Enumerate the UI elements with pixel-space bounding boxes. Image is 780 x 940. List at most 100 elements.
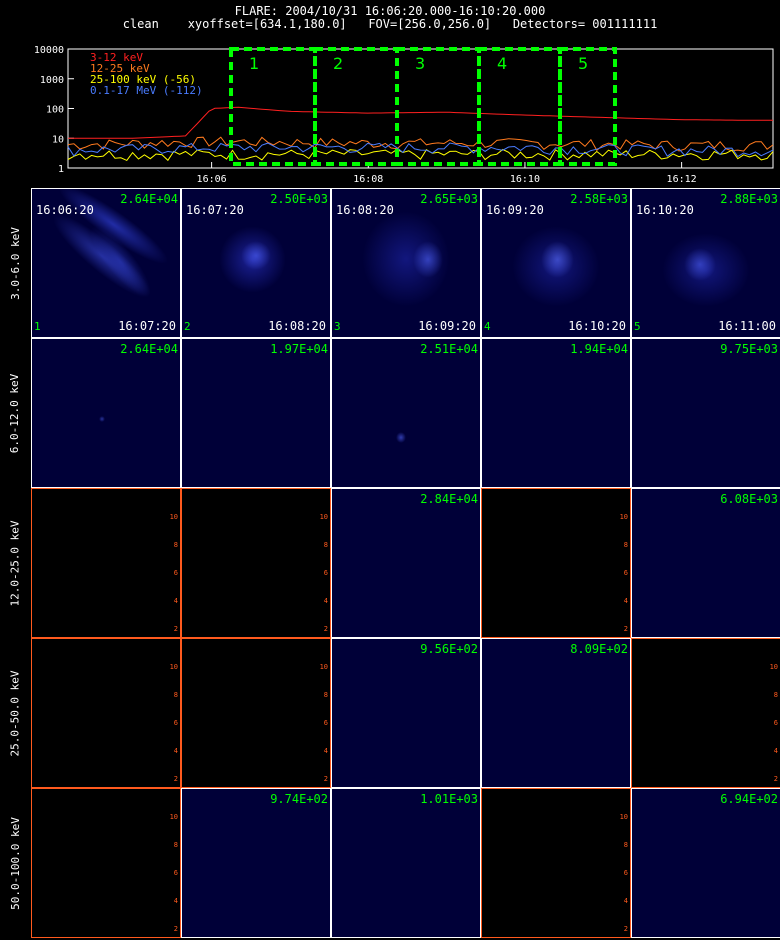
axis-tick-label: 2 [323, 775, 328, 783]
axis-tick-label: 6 [173, 869, 178, 877]
image-cell: 1.94E+04 [481, 338, 631, 488]
axis-tick-label: 2 [173, 775, 178, 783]
x-tick-label: 16:06 [197, 174, 227, 185]
emission-blob [219, 226, 286, 293]
axis-tick-label: 4 [173, 747, 178, 755]
max-intensity-label: 9.74E+02 [270, 792, 328, 806]
axis-tick-label: 10 [169, 663, 178, 671]
legend-entry: 0.1-17 MeV (-112) [90, 84, 203, 97]
axis-tick-label: 6 [623, 869, 628, 877]
x-tick-label: 16:08 [353, 174, 383, 185]
interval-label: 3 [415, 54, 425, 73]
max-intensity-label: 2.88E+03 [720, 192, 778, 206]
max-intensity-label: 1.01E+03 [420, 792, 478, 806]
max-intensity-label: 9.56E+02 [420, 642, 478, 656]
image-cell: 1.97E+04 [181, 338, 331, 488]
empty-image-cell: 2 4 6 8 10 [31, 488, 181, 638]
emission-blob [98, 415, 105, 422]
axis-tick-label: 8 [173, 541, 178, 549]
emission-blob [241, 240, 271, 271]
image-grid: 2.64E+04 16:06:20 16:07:20 1 2.50E+03 16:07:2… [31, 188, 780, 940]
image-cell: 6.08E+03 [631, 488, 780, 638]
empty-image-cell: 2 4 6 8 10 [481, 788, 631, 938]
start-time-label: 16:09:20 [486, 203, 544, 217]
max-intensity-label: 2.58E+03 [570, 192, 628, 206]
end-time-label: 16:08:20 [268, 319, 326, 333]
image-cell: 2.84E+04 [331, 488, 481, 638]
y-tick-label: 1 [58, 164, 64, 175]
interval-index-label: 4 [484, 320, 491, 333]
y-tick-label: 10 [52, 134, 64, 145]
y-tick-label: 1000 [40, 75, 64, 86]
emission-blob [511, 226, 601, 308]
interval-index-label: 5 [634, 320, 641, 333]
axis-tick-label: 4 [323, 597, 328, 605]
max-intensity-label: 2.84E+04 [420, 492, 478, 506]
row-energy-label: 50.0-100.0 keV [0, 788, 30, 938]
start-time-label: 16:07:20 [186, 203, 244, 217]
x-tick-label: 16:12 [667, 174, 697, 185]
row-energy-label-text: 6.0-12.0 keV [8, 373, 22, 453]
image-cell: 2.51E+04 [331, 338, 481, 488]
axis-tick-label: 6 [173, 719, 178, 727]
axis-tick-label: 8 [323, 541, 328, 549]
interval-label: 5 [578, 54, 588, 73]
axis-tick-label: 8 [323, 691, 328, 699]
axis-tick-label: 10 [619, 513, 628, 521]
axis-tick-label: 4 [623, 897, 628, 905]
max-intensity-label: 1.94E+04 [570, 342, 628, 356]
emission-blob [683, 248, 717, 281]
axis-tick-label: 8 [173, 691, 178, 699]
emission-blob [44, 203, 160, 308]
emission-blob [541, 240, 574, 278]
series-line [67, 142, 774, 158]
interval-label: 4 [497, 54, 507, 73]
max-intensity-label: 2.64E+04 [120, 192, 178, 206]
max-intensity-label: 2.51E+04 [420, 342, 478, 356]
image-cell: 2.58E+03 16:09:20 16:10:20 4 [481, 188, 631, 338]
row-energy-label: 12.0-25.0 keV [0, 488, 30, 638]
image-cell: 1.01E+03 [331, 788, 481, 938]
row-energy-label-text: 3.0-6.0 keV [8, 226, 22, 300]
axis-tick-label: 8 [623, 841, 628, 849]
empty-image-cell: 2 4 6 8 10 [31, 788, 181, 938]
axis-tick-label: 2 [623, 925, 628, 933]
start-time-label: 16:10:20 [636, 203, 694, 217]
axis-tick-label: 2 [173, 625, 178, 633]
axis-tick-label: 2 [773, 775, 778, 783]
emission-blob [661, 233, 751, 308]
lightcurve-chart: 10000100010010116:06 16:08 16:10 16:123-12 … [34, 45, 774, 185]
image-cell: 2.65E+03 16:08:20 16:09:20 3 [331, 188, 481, 338]
axis-tick-label: 4 [173, 897, 178, 905]
series-line [68, 106, 773, 139]
empty-image-cell: 2 4 6 8 10 [181, 488, 331, 638]
series-line [67, 136, 774, 152]
series-line [67, 148, 774, 162]
empty-image-cell: 2 4 6 8 10 [31, 638, 181, 788]
start-time-label: 16:06:20 [36, 203, 94, 217]
image-cell: 9.74E+02 [181, 788, 331, 938]
row-energy-label: 6.0-12.0 keV [0, 338, 30, 488]
y-tick-label: 100 [46, 105, 64, 116]
image-cell: 9.75E+03 [631, 338, 780, 488]
axis-tick-label: 2 [623, 625, 628, 633]
max-intensity-label: 2.64E+04 [120, 342, 178, 356]
axis-tick-label: 10 [769, 663, 778, 671]
axis-tick-label: 6 [323, 569, 328, 577]
image-cell: 6.94E+02 [631, 788, 780, 938]
axis-tick-label: 10 [319, 663, 328, 671]
emission-blob [82, 218, 160, 305]
axis-tick-label: 6 [173, 569, 178, 577]
plot-subtitle: clean xyoffset=[634.1,180.0] FOV=[256.0,… [122, 17, 658, 31]
max-intensity-label: 9.75E+03 [720, 342, 778, 356]
interval-label: 2 [333, 54, 343, 73]
row-energy-label: 25.0-50.0 keV [0, 638, 30, 788]
emission-blob [361, 211, 451, 308]
axis-tick-label: 8 [623, 541, 628, 549]
row-energy-label-text: 50.0-100.0 keV [8, 816, 22, 910]
image-cell: 2.50E+03 16:07:20 16:08:20 2 [181, 188, 331, 338]
emission-blob [413, 240, 443, 278]
axis-tick-label: 10 [619, 813, 628, 821]
image-cell: 2.64E+04 [31, 338, 181, 488]
max-intensity-label: 8.09E+02 [570, 642, 628, 656]
